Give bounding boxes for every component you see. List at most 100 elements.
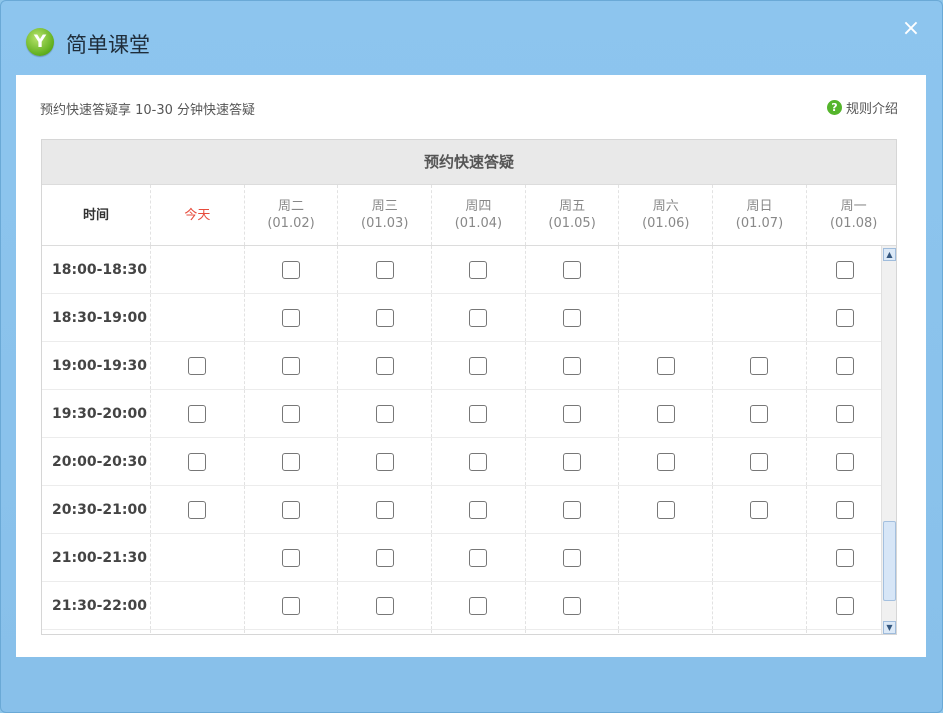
slot-checkbox[interactable] — [188, 452, 207, 471]
slot-checkbox[interactable] — [469, 260, 488, 279]
day-header: 今天 — [151, 185, 245, 245]
rules-link[interactable]: ? 规则介绍 — [826, 98, 898, 117]
slot-cell — [245, 246, 339, 293]
slot-cell — [619, 342, 714, 389]
slot-cell — [713, 246, 807, 293]
slot-checkbox[interactable] — [563, 308, 582, 327]
table-row: 18:00-18:30 — [42, 246, 881, 294]
slot-checkbox[interactable] — [375, 356, 394, 375]
slot-cell — [432, 486, 526, 533]
slot-cell — [526, 294, 620, 341]
slot-checkbox[interactable] — [835, 500, 854, 519]
slot-cell — [151, 534, 245, 581]
day-header: 周六 (01.06) — [619, 185, 714, 245]
scroll-up-button[interactable]: ▲ — [883, 248, 896, 261]
slot-cell — [807, 294, 883, 341]
slot-cell — [151, 630, 245, 634]
slot-checkbox[interactable] — [656, 404, 675, 423]
app-logo-icon: Y — [26, 28, 54, 56]
slot-checkbox[interactable] — [835, 356, 854, 375]
slot-checkbox[interactable] — [282, 356, 301, 375]
slot-checkbox[interactable] — [750, 404, 769, 423]
slot-checkbox[interactable] — [375, 596, 394, 615]
slot-checkbox[interactable] — [563, 356, 582, 375]
slot-cell — [619, 582, 714, 629]
slot-checkbox[interactable] — [375, 308, 394, 327]
slot-checkbox[interactable] — [750, 500, 769, 519]
scrollbar-thumb[interactable] — [883, 521, 896, 601]
slot-checkbox[interactable] — [375, 260, 394, 279]
table-row: 21:00-21:30 — [42, 534, 881, 582]
table-row: 19:30-20:00 — [42, 390, 881, 438]
slot-checkbox[interactable] — [282, 404, 301, 423]
slot-checkbox[interactable] — [563, 452, 582, 471]
table-row: 18:30-19:00 — [42, 294, 881, 342]
slot-checkbox[interactable] — [835, 404, 854, 423]
slot-cell — [713, 438, 807, 485]
vertical-scrollbar[interactable]: ▲ ▼ — [881, 246, 896, 634]
slot-checkbox[interactable] — [835, 596, 854, 615]
slot-checkbox[interactable] — [563, 548, 582, 567]
table-row: 19:00-19:30 — [42, 342, 881, 390]
slot-cell — [338, 534, 433, 581]
slot-checkbox[interactable] — [656, 452, 675, 471]
slot-checkbox[interactable] — [188, 500, 207, 519]
slot-checkbox[interactable] — [563, 404, 582, 423]
slot-checkbox[interactable] — [188, 356, 207, 375]
slot-checkbox[interactable] — [656, 356, 675, 375]
day-date: (01.08) — [829, 216, 878, 231]
slot-cell — [526, 390, 620, 437]
slot-checkbox[interactable] — [563, 500, 582, 519]
day-header: 周五 (01.05) — [526, 185, 620, 245]
slot-checkbox[interactable] — [469, 308, 488, 327]
day-name: 今天 — [184, 207, 211, 223]
slot-checkbox[interactable] — [469, 452, 488, 471]
close-button[interactable]: × — [899, 17, 923, 41]
slot-checkbox[interactable] — [282, 596, 301, 615]
scroll-down-button[interactable]: ▼ — [883, 621, 896, 634]
day-name: 周五 — [559, 199, 586, 214]
slot-checkbox[interactable] — [469, 548, 488, 567]
slot-checkbox[interactable] — [375, 548, 394, 567]
slot-cell — [151, 294, 245, 341]
slot-cell — [245, 438, 339, 485]
slot-cell — [432, 294, 526, 341]
slot-cell — [807, 438, 883, 485]
slot-checkbox[interactable] — [835, 260, 854, 279]
slot-cell — [713, 630, 807, 634]
day-date: (01.07) — [735, 216, 784, 231]
slot-checkbox[interactable] — [282, 500, 301, 519]
slot-cell — [338, 246, 433, 293]
slot-checkbox[interactable] — [563, 596, 582, 615]
slot-checkbox[interactable] — [282, 308, 301, 327]
slot-cell — [338, 294, 433, 341]
slot-checkbox[interactable] — [656, 500, 675, 519]
slot-checkbox[interactable] — [750, 356, 769, 375]
slot-checkbox[interactable] — [375, 404, 394, 423]
slot-checkbox[interactable] — [469, 596, 488, 615]
slot-cell — [526, 534, 620, 581]
slot-checkbox[interactable] — [282, 260, 301, 279]
slot-cell — [619, 630, 714, 634]
slot-checkbox[interactable] — [282, 452, 301, 471]
slot-checkbox[interactable] — [375, 500, 394, 519]
slot-checkbox[interactable] — [835, 452, 854, 471]
slot-cell — [526, 582, 620, 629]
slot-cell — [807, 630, 883, 634]
slot-cell — [151, 246, 245, 293]
slot-checkbox[interactable] — [469, 500, 488, 519]
slot-checkbox[interactable] — [469, 404, 488, 423]
slot-cell — [338, 438, 433, 485]
slot-checkbox[interactable] — [563, 260, 582, 279]
slot-checkbox[interactable] — [282, 548, 301, 567]
table-header: 时间 今天 周二 (01.02) 周三 (01.03) 周四 (01.04) 周五 (01.05… — [42, 185, 896, 246]
slot-checkbox[interactable] — [835, 308, 854, 327]
slot-checkbox[interactable] — [469, 356, 488, 375]
slot-checkbox[interactable] — [835, 548, 854, 567]
slot-cell — [245, 630, 339, 634]
slot-cell — [432, 390, 526, 437]
slot-checkbox[interactable] — [375, 452, 394, 471]
slot-cell — [619, 390, 714, 437]
slot-checkbox[interactable] — [188, 404, 207, 423]
slot-checkbox[interactable] — [750, 452, 769, 471]
